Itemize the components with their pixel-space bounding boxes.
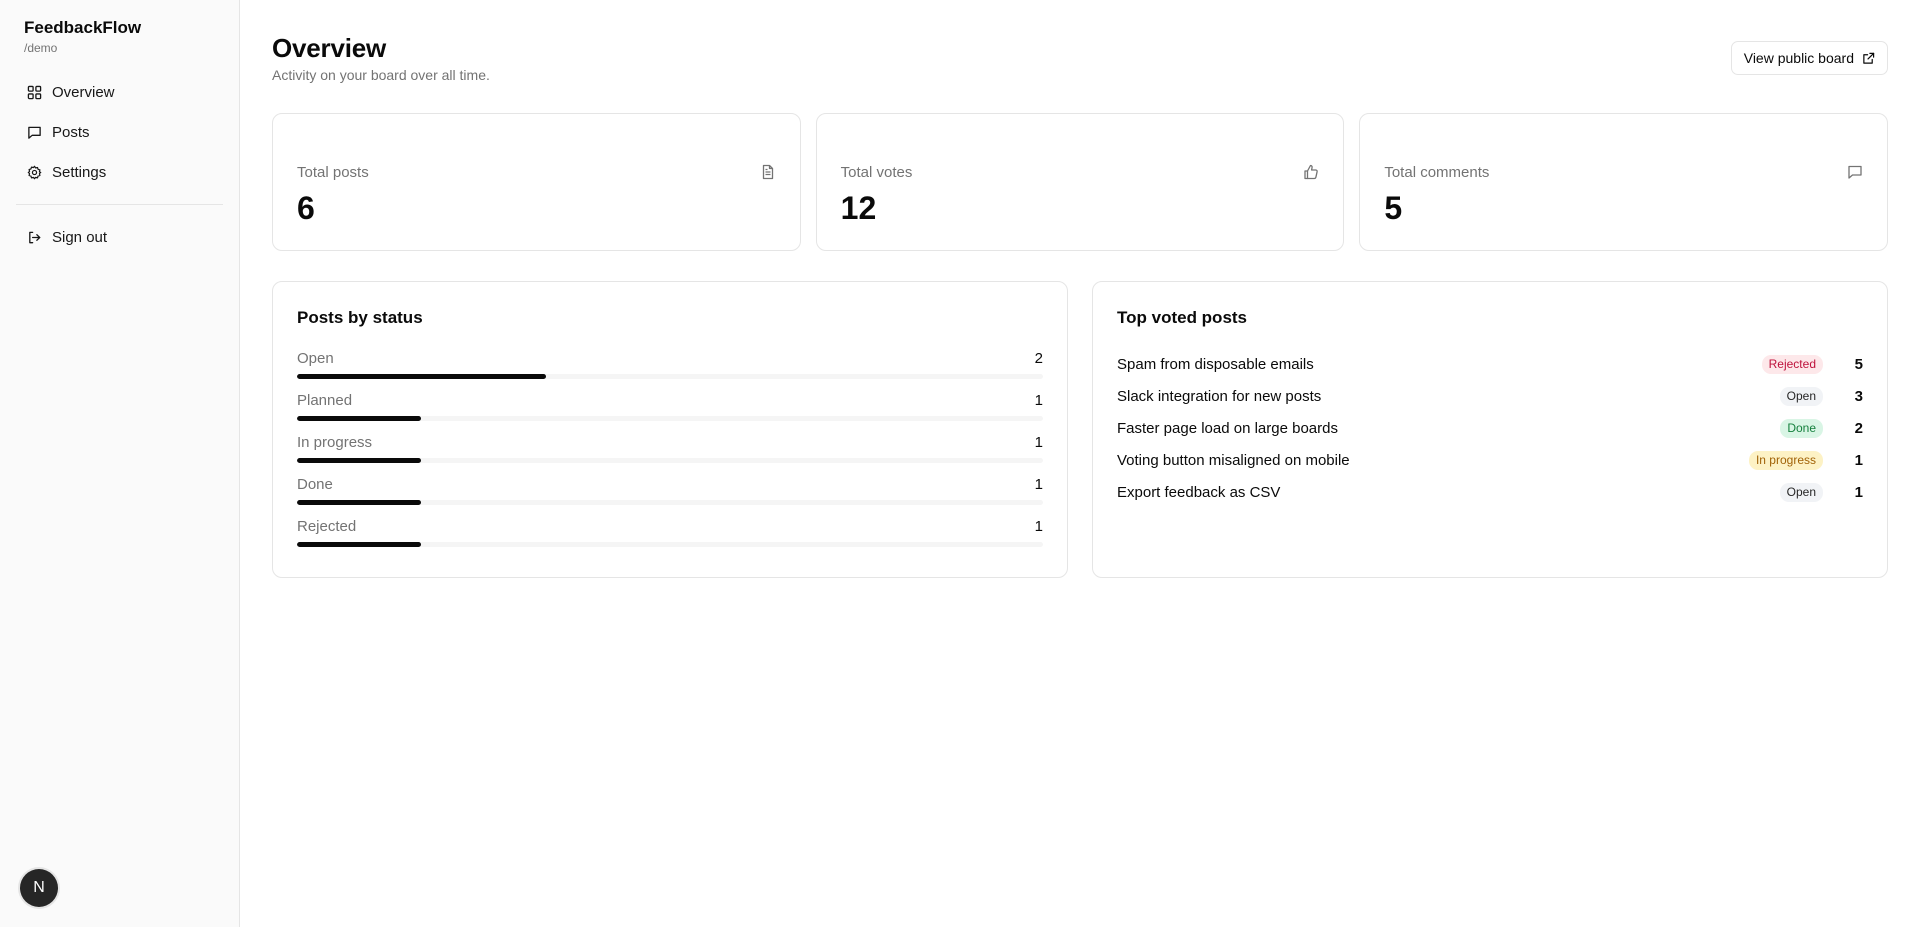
- status-name: Planned: [297, 392, 353, 409]
- sidebar-item-settings[interactable]: Settings: [16, 154, 223, 190]
- status-bar-track: [297, 374, 1043, 379]
- stat-label: Total votes: [840, 164, 913, 181]
- avatar[interactable]: N: [20, 869, 58, 907]
- status-bar-fill: [297, 542, 422, 547]
- sign-out-label: Sign out: [52, 228, 108, 246]
- brand-name: FeedbackFlow: [24, 18, 142, 37]
- stat-card-total-posts: Total posts 6: [272, 113, 801, 251]
- status-bar-fill: [297, 416, 422, 421]
- status-row: Planned 1: [297, 392, 1043, 421]
- panels-row: Posts by status Open 2 Planned 1 In progress…: [272, 281, 1888, 578]
- top-voted-row[interactable]: Voting button misaligned on mobile In pro…: [1117, 444, 1863, 476]
- stat-label: Total comments: [1384, 164, 1490, 181]
- external-link-icon: [1863, 52, 1875, 64]
- status-row-header: Done 1: [297, 476, 1043, 494]
- stat-value: 5: [1384, 190, 1403, 226]
- sidebar-item-posts[interactable]: Posts: [16, 114, 223, 150]
- status-bar-fill: [297, 458, 422, 463]
- post-title: Spam from disposable emails: [1117, 355, 1314, 373]
- status-count: 1: [1034, 392, 1043, 409]
- status-count: 1: [1034, 518, 1043, 535]
- status-row-header: Planned 1: [297, 392, 1043, 410]
- view-public-board-label: View public board: [1743, 50, 1854, 66]
- sidebar-divider: [16, 204, 223, 205]
- top-voted-row[interactable]: Slack integration for new posts Open 3: [1117, 380, 1863, 412]
- vote-count: 2: [1854, 419, 1863, 437]
- sidebar-item-overview[interactable]: Overview: [16, 74, 223, 110]
- file-text-icon: [762, 164, 773, 180]
- vote-count: 5: [1854, 355, 1863, 373]
- status-badge: Done: [1780, 418, 1823, 438]
- sign-out-button[interactable]: Sign out: [16, 219, 223, 255]
- top-voted-row[interactable]: Spam from disposable emails Rejected 5: [1117, 348, 1863, 380]
- page-title: Overview: [272, 33, 387, 63]
- brand-slug: /demo: [24, 41, 58, 55]
- log-out-icon: [29, 231, 41, 243]
- status-badge: Open: [1779, 386, 1823, 406]
- top-voted-row[interactable]: Faster page load on large boards Done 2: [1117, 412, 1863, 444]
- status-badge: Open: [1779, 482, 1823, 502]
- stat-card-total-votes: Total votes 12: [815, 113, 1345, 251]
- vote-count: 1: [1854, 483, 1863, 501]
- stat-card-total-comments: Total comments 5: [1359, 113, 1889, 251]
- gear-icon: [27, 164, 42, 179]
- message-square-icon: [1848, 165, 1862, 179]
- message-square-icon: [28, 126, 41, 139]
- top-voted-list: Spam from disposable emails Rejected 5 Slac…: [1117, 348, 1863, 508]
- stat-value: 12: [840, 190, 877, 226]
- sidebar: FeedbackFlow /demo Overview Posts Settin…: [0, 0, 240, 927]
- vote-count: 1: [1854, 451, 1863, 469]
- status-row: Open 2: [297, 350, 1043, 379]
- status-badge: In progress: [1748, 450, 1823, 470]
- stat-label: Total posts: [297, 164, 369, 181]
- status-bar-fill: [297, 500, 422, 505]
- top-voted-panel: Top voted posts Spam from disposable ema…: [1092, 281, 1888, 578]
- panel-title: Top voted posts: [1117, 308, 1248, 327]
- status-count: 2: [1034, 350, 1043, 367]
- status-name: In progress: [297, 434, 373, 451]
- stat-value: 6: [297, 190, 315, 226]
- status-row: Done 1: [297, 476, 1043, 505]
- status-row: In progress 1: [297, 434, 1043, 463]
- status-name: Done: [297, 476, 333, 493]
- status-bar-track: [297, 416, 1043, 421]
- thumbs-up-icon: [1304, 164, 1319, 180]
- top-voted-row[interactable]: Export feedback as CSV Open 1: [1117, 476, 1863, 508]
- stats-row: Total posts 6 Total votes 12 Total comme…: [272, 113, 1889, 251]
- post-title: Voting button misaligned on mobile: [1117, 451, 1350, 469]
- status-count: 1: [1034, 434, 1043, 451]
- status-bar-fill: [297, 374, 546, 379]
- status-row-header: Rejected 1: [297, 518, 1043, 536]
- sidebar-nav: Overview Posts Settings: [16, 74, 223, 190]
- panel-title: Posts by status: [297, 308, 423, 327]
- layout-grid-icon: [27, 85, 42, 99]
- status-row-header: In progress 1: [297, 434, 1043, 452]
- post-title: Faster page load on large boards: [1117, 419, 1338, 437]
- status-bar-track: [297, 458, 1043, 463]
- status-bar-track: [297, 542, 1043, 547]
- status-badge: Rejected: [1761, 354, 1823, 374]
- sidebar-item-label: Posts: [52, 123, 90, 141]
- page-header: Overview Activity on your board over all…: [272, 32, 1888, 83]
- page-subtitle: Activity on your board over all time.: [272, 67, 490, 83]
- post-title: Export feedback as CSV: [1117, 483, 1281, 501]
- sidebar-item-label: Overview: [52, 83, 115, 101]
- status-name: Open: [297, 350, 334, 367]
- status-bar-track: [297, 500, 1043, 505]
- view-public-board-button[interactable]: View public board: [1730, 41, 1888, 75]
- status-name: Rejected: [297, 518, 357, 535]
- vote-count: 3: [1854, 387, 1863, 405]
- status-row: Rejected 1: [297, 518, 1043, 547]
- sidebar-item-label: Settings: [52, 163, 107, 181]
- brand: FeedbackFlow /demo: [16, 18, 223, 56]
- post-title: Slack integration for new posts: [1117, 387, 1322, 405]
- main-content: Overview Activity on your board over all…: [240, 0, 1920, 927]
- status-list: Open 2 Planned 1 In progress 1 Done 1 Rejected 1: [297, 350, 1043, 547]
- posts-by-status-panel: Posts by status Open 2 Planned 1 In progress…: [272, 281, 1068, 578]
- status-count: 1: [1034, 476, 1043, 493]
- status-row-header: Open 2: [297, 350, 1043, 368]
